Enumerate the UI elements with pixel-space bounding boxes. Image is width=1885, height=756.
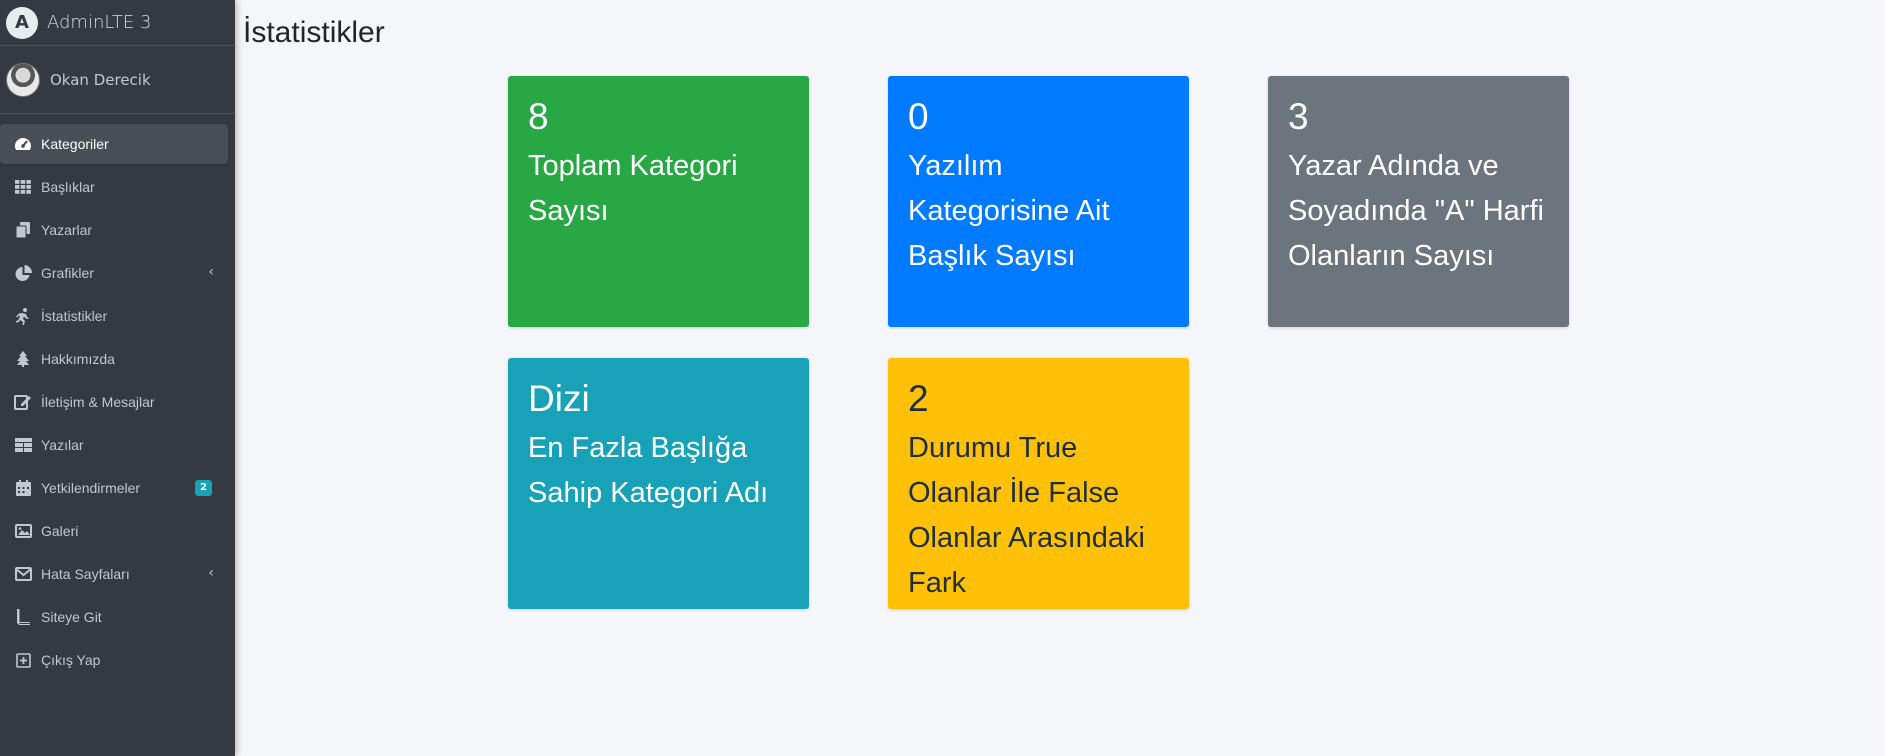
- sidebar-item-label: İstatistikler: [41, 308, 108, 324]
- sidebar-item-istatistikler[interactable]: İstatistikler: [0, 296, 228, 336]
- brand-link[interactable]: A AdminLTE 3: [0, 0, 235, 46]
- edit-icon: [12, 393, 34, 411]
- plus-square-icon: [12, 651, 34, 669]
- stat-value: Dizi: [528, 378, 590, 419]
- sidebar-item-label: Başlıklar: [41, 179, 95, 195]
- sidebar-item-label: İletişim & Mesajlar: [41, 394, 155, 410]
- sidebar-item-yetkilendirmeler[interactable]: Yetkilendirmeler 2: [0, 468, 228, 508]
- copy-icon: [12, 221, 34, 239]
- sidebar-item-yazilar[interactable]: Yazılar: [0, 425, 228, 465]
- sidebar-item-label: Yetkilendirmeler: [41, 480, 141, 496]
- stat-description: Durumu True Olanlar İle False Olanlar Ar…: [908, 432, 1145, 599]
- sidebar-item-label: Galeri: [41, 523, 79, 539]
- stat-card-software-titles: 0 Yazılım Kategorisine Ait Başlık Sayısı: [888, 76, 1189, 327]
- calendar-icon: [12, 479, 34, 497]
- stat-description: En Fazla Başlığa Sahip Kategori Adı: [528, 432, 769, 509]
- chevron-left-icon[interactable]: ‹: [208, 264, 214, 280]
- chevron-left-icon[interactable]: ‹: [208, 565, 214, 581]
- image-icon: [12, 522, 34, 540]
- table-icon: [12, 436, 34, 454]
- user-panel[interactable]: Okan Derecik: [0, 46, 235, 114]
- stat-description: Toplam Kategori Sayısı: [528, 150, 738, 227]
- stat-value: 0: [908, 96, 929, 137]
- stat-description: Yazılım Kategorisine Ait Başlık Sayısı: [908, 150, 1110, 272]
- sidebar-item-siteye-git[interactable]: Siteye Git: [0, 597, 228, 637]
- stat-card-status-difference: 2 Durumu True Olanlar İle False Olanlar …: [888, 358, 1189, 609]
- grid-icon: [12, 178, 34, 196]
- chart-pie-icon: [12, 264, 34, 282]
- sidebar-item-label: Hakkımızda: [41, 351, 115, 367]
- sidebar-item-galeri[interactable]: Galeri: [0, 511, 228, 551]
- sidebar-item-yazarlar[interactable]: Yazarlar: [0, 210, 228, 250]
- sidebar-item-iletisim-mesajlar[interactable]: İletişim & Mesajlar: [0, 382, 228, 422]
- stat-value: 2: [908, 378, 929, 419]
- page-title: İstatistikler: [243, 16, 385, 49]
- sidebar-item-cikis-yap[interactable]: Çıkış Yap: [0, 640, 228, 680]
- stat-card-authors-with-a: 3 Yazar Adında ve Soyadında "A" Harfi Ol…: [1268, 76, 1569, 327]
- sidebar-item-label: Siteye Git: [41, 609, 102, 625]
- sidebar-item-label: Kategoriler: [41, 136, 109, 152]
- sidebar-item-basliklar[interactable]: Başlıklar: [0, 167, 228, 207]
- sidebar-item-grafikler[interactable]: Grafikler ‹: [0, 253, 228, 293]
- stat-value: 8: [528, 96, 549, 137]
- tachometer-icon: [12, 135, 34, 153]
- envelope-icon: [12, 565, 34, 583]
- stat-card-top-category: Dizi En Fazla Başlığa Sahip Kategori Adı: [508, 358, 809, 609]
- book-icon: [12, 608, 34, 626]
- notification-badge: 2: [195, 480, 212, 496]
- tree-icon: [12, 350, 34, 368]
- stat-value: 3: [1288, 96, 1309, 137]
- sidebar-item-kategoriler[interactable]: Kategoriler: [0, 124, 228, 164]
- sidebar-item-label: Hata Sayfaları: [41, 566, 130, 582]
- sidebar-item-label: Çıkış Yap: [41, 652, 101, 668]
- stat-card-total-categories: 8 Toplam Kategori Sayısı: [508, 76, 809, 327]
- sidebar: A AdminLTE 3 Okan Derecik Kategoriler Ba…: [0, 0, 235, 756]
- avatar: [6, 62, 40, 97]
- running-icon: [12, 307, 34, 325]
- stat-description: Yazar Adında ve Soyadında "A" Harfi Olan…: [1288, 150, 1544, 272]
- brand-title: AdminLTE 3: [47, 12, 152, 33]
- sidebar-item-label: Yazılar: [41, 437, 84, 453]
- sidebar-item-hakkimizda[interactable]: Hakkımızda: [0, 339, 228, 379]
- sidebar-nav: Kategoriler Başlıklar Yazarlar Grafikler…: [0, 124, 235, 680]
- sidebar-item-label: Yazarlar: [41, 222, 93, 238]
- sidebar-item-hata-sayfalari[interactable]: Hata Sayfaları ‹: [0, 554, 228, 594]
- brand-logo-icon: A: [6, 6, 38, 39]
- user-name[interactable]: Okan Derecik: [50, 71, 151, 89]
- sidebar-item-label: Grafikler: [41, 265, 94, 281]
